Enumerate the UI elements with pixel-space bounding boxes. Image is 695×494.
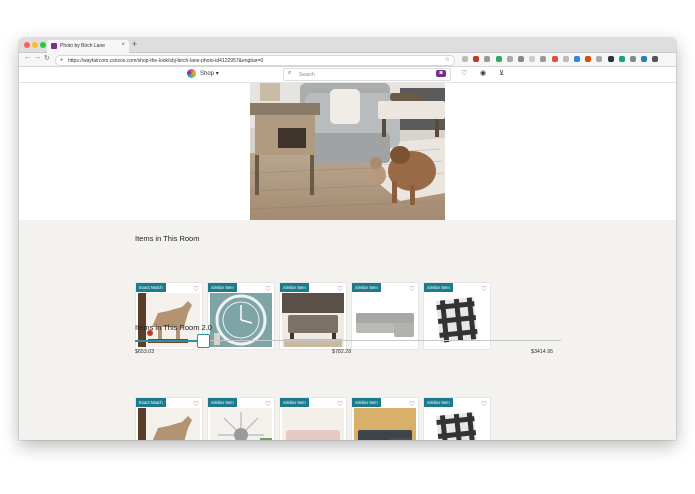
section-title-items-in-room-2: Items in This Room 2.0 [135, 323, 212, 332]
pink-sofa-image [282, 408, 344, 440]
similar-item-badge: Similar Item [352, 283, 381, 292]
starburst-mirror-image [210, 408, 272, 440]
horse-statue-image [138, 293, 200, 347]
plaid-pillow-image [426, 293, 488, 347]
idea-board-icon[interactable]: ♡ [461, 69, 467, 77]
price-slider-fill [135, 340, 204, 342]
product-card[interactable]: Similar Item ♡ [351, 397, 419, 440]
search-placeholder: Search [299, 71, 315, 78]
favorite-heart-icon[interactable]: ♡ [481, 400, 487, 408]
price-mid-label: $782.28 [332, 349, 352, 355]
browser-extension-icon[interactable] [551, 56, 558, 62]
browser-extension-icon[interactable] [529, 56, 536, 62]
zoom-window-button[interactable] [40, 42, 46, 48]
favorite-heart-icon[interactable]: ♡ [409, 400, 415, 408]
browser-extension-icon[interactable] [574, 56, 580, 62]
page-content: Items in This Room Exact Match ♡ Similar I… [19, 83, 676, 440]
bookmark-star-icon[interactable]: ☆ [445, 56, 450, 63]
browser-extension-icon[interactable] [506, 56, 513, 62]
new-tab-button[interactable]: + [132, 39, 137, 49]
favorite-heart-icon[interactable]: ♡ [409, 285, 415, 293]
dark-sectional-image [354, 408, 416, 440]
exact-match-badge: Exact Match [136, 283, 166, 292]
site-header: Shop ▾ ⌕ Search ◙ ♡ ◉ ⊻ [19, 67, 676, 83]
browser-extension-icon[interactable] [495, 56, 502, 62]
product-card[interactable]: Similar Item ♡ [423, 397, 491, 440]
browser-extension-icon[interactable] [641, 56, 648, 62]
product-card[interactable]: Similar Item ♡ [207, 397, 275, 440]
url-text: https://wayfaircom.csnzoo.com/shop-the-l… [68, 57, 264, 64]
tab-close-icon[interactable]: × [121, 42, 125, 48]
plaid-pillow-image [426, 408, 488, 440]
product-card[interactable]: Similar Item ♡ [279, 397, 347, 440]
browser-extension-icon[interactable] [462, 56, 468, 62]
exact-match-badge: Exact Match [136, 398, 166, 407]
favorite-heart-icon[interactable]: ♡ [193, 400, 199, 408]
browser-extension-icon[interactable] [607, 56, 614, 62]
forward-arrow-icon[interactable]: → [34, 54, 41, 61]
browser-extension-icon[interactable] [585, 56, 592, 62]
product-card[interactable]: Exact Match ♡ [135, 397, 203, 440]
section-title-items-in-room: Items in This Room [135, 234, 200, 243]
address-bar-row: ← → ↻ ● https://wayfaircom.csnzoo.com/sh… [19, 53, 676, 67]
browser-extension-icon[interactable] [618, 56, 625, 62]
account-icon[interactable]: ◉ [480, 69, 486, 77]
favorite-heart-icon[interactable]: ♡ [193, 285, 199, 293]
tab-title: Photo by Birch Lane [60, 43, 106, 49]
horse-statue-image [138, 408, 200, 440]
cart-icon[interactable]: ⊻ [499, 69, 504, 77]
url-field[interactable]: ● https://wayfaircom.csnzoo.com/shop-the… [55, 55, 455, 66]
favorite-heart-icon[interactable]: ♡ [265, 400, 271, 408]
similar-item-badge: Similar Item [352, 398, 381, 407]
similar-item-badge: Similar Item [280, 398, 309, 407]
chevron-down-icon: ▾ [215, 71, 219, 77]
close-window-button[interactable] [24, 42, 30, 48]
reload-icon[interactable]: ↻ [44, 54, 50, 62]
ottoman-image [282, 293, 344, 347]
favorite-heart-icon[interactable]: ♡ [337, 400, 343, 408]
search-input[interactable]: ⌕ Search [283, 68, 451, 81]
browser-tab[interactable]: Photo by Birch Lane × [47, 40, 129, 53]
browser-extension-icon[interactable] [596, 56, 603, 62]
similar-item-badge: Similar Item [424, 283, 453, 292]
room-photo [250, 83, 445, 221]
wayfair-logo-icon[interactable] [187, 69, 196, 78]
browser-window: Photo by Birch Lane × + ← → ↻ ● https://… [19, 38, 676, 440]
site-favicon-icon [51, 43, 57, 49]
favorite-heart-icon[interactable]: ♡ [337, 285, 343, 293]
wall-clock-image [210, 293, 272, 347]
price-min-label: $653.03 [135, 349, 155, 355]
favorite-heart-icon[interactable]: ♡ [481, 285, 487, 293]
browser-extension-icon[interactable] [630, 56, 636, 62]
lock-icon: ● [60, 57, 64, 63]
similar-item-badge: Similar Item [280, 283, 309, 292]
browser-extension-icon[interactable] [562, 56, 569, 62]
search-icon: ⌕ [288, 70, 292, 76]
browser-extension-icon[interactable] [484, 56, 491, 62]
price-slider-handle[interactable] [197, 334, 211, 348]
browser-extension-icon[interactable] [540, 56, 547, 62]
sectional-sofa-image [354, 293, 416, 347]
price-max-label: $3414.95 [531, 349, 554, 355]
title-bar: Photo by Birch Lane × + [19, 38, 676, 53]
shop-menu[interactable]: Shop ▾ [200, 70, 219, 77]
favorite-heart-icon[interactable]: ♡ [265, 285, 271, 293]
shop-label: Shop [200, 71, 215, 77]
browser-extension-icon[interactable] [518, 56, 524, 62]
minimize-window-button[interactable] [32, 42, 38, 48]
similar-item-badge: Similar Item [208, 398, 237, 407]
browser-extension-icon[interactable] [473, 56, 480, 62]
similar-item-badge: Similar Item [208, 283, 237, 292]
browser-extension-icon[interactable] [652, 56, 659, 62]
recommendations-panel [19, 220, 676, 440]
back-arrow-icon[interactable]: ← [24, 54, 31, 61]
similar-item-badge: Similar Item [424, 398, 453, 407]
camera-search-icon[interactable]: ◙ [436, 70, 446, 77]
